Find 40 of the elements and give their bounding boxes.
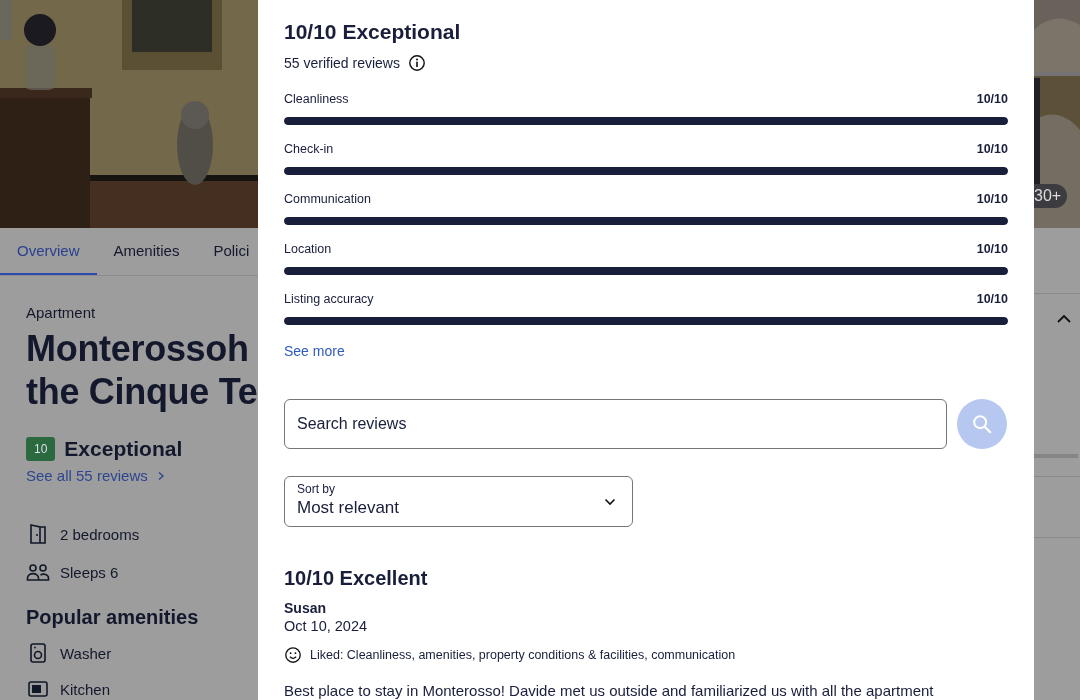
category-score: 10/10 <box>976 192 1008 206</box>
amenity-text: Kitchen <box>60 680 111 698</box>
category-score: 10/10 <box>976 292 1008 306</box>
section-heading: Popular amenities <box>26 606 199 629</box>
chevron-up-icon[interactable] <box>1056 314 1072 324</box>
search-field[interactable]: Search reviews <box>284 399 947 449</box>
category-score: 10/10 <box>976 142 1008 156</box>
liked-text: Liked: Cleanliness, amenities, property conditions & facilities, communication <box>310 648 736 662</box>
category-label: Listing accuracy <box>284 292 374 306</box>
review-text: Best place to stay in Monterosso! Davide met us outside and familiarized us with all the apartment <box>284 682 934 699</box>
category-label: Location <box>284 242 332 256</box>
category-score: 10/10 <box>976 242 1008 256</box>
see-all-reviews-link[interactable]: See all 55 reviews <box>26 467 166 484</box>
review-author: Susan <box>284 600 326 616</box>
tab[interactable]: Amenities <box>96 228 197 275</box>
info-icon[interactable] <box>407 54 426 72</box>
score-badge: 10 <box>26 437 56 461</box>
review-date: Oct 10, 2024 <box>284 618 368 634</box>
property-title: the Cinque Te <box>26 370 258 413</box>
caret-icon <box>604 498 616 506</box>
smiley-icon <box>284 646 302 664</box>
photo-count-badge[interactable]: 30+ <box>1034 184 1068 208</box>
score-label: Exceptional <box>64 437 183 461</box>
tab[interactable]: Overview <box>0 228 97 275</box>
category-label: Cleanliness <box>284 92 349 106</box>
fact-text: Sleeps 6 <box>60 563 119 581</box>
category-label: Check-in <box>284 142 334 156</box>
category-score: 10/10 <box>976 92 1008 106</box>
property-type: Apartment <box>26 304 96 321</box>
review-rating: 10/10 Excellent <box>284 567 428 590</box>
search-icon <box>971 413 993 435</box>
category-label: Communication <box>284 192 371 206</box>
tab[interactable]: Polici <box>196 228 258 275</box>
verified-reviews-count: 55 verified reviews <box>284 55 400 71</box>
property-title: Monterossoh <box>26 327 250 370</box>
see-more-link[interactable]: See more <box>284 343 345 359</box>
sort-dropdown[interactable]: Sort by Most relevant <box>284 476 633 527</box>
dialog-title: 10/10 Exceptional <box>284 20 461 44</box>
amenity-text: Washer <box>60 644 112 662</box>
fact-text: 2 bedrooms <box>60 525 140 543</box>
